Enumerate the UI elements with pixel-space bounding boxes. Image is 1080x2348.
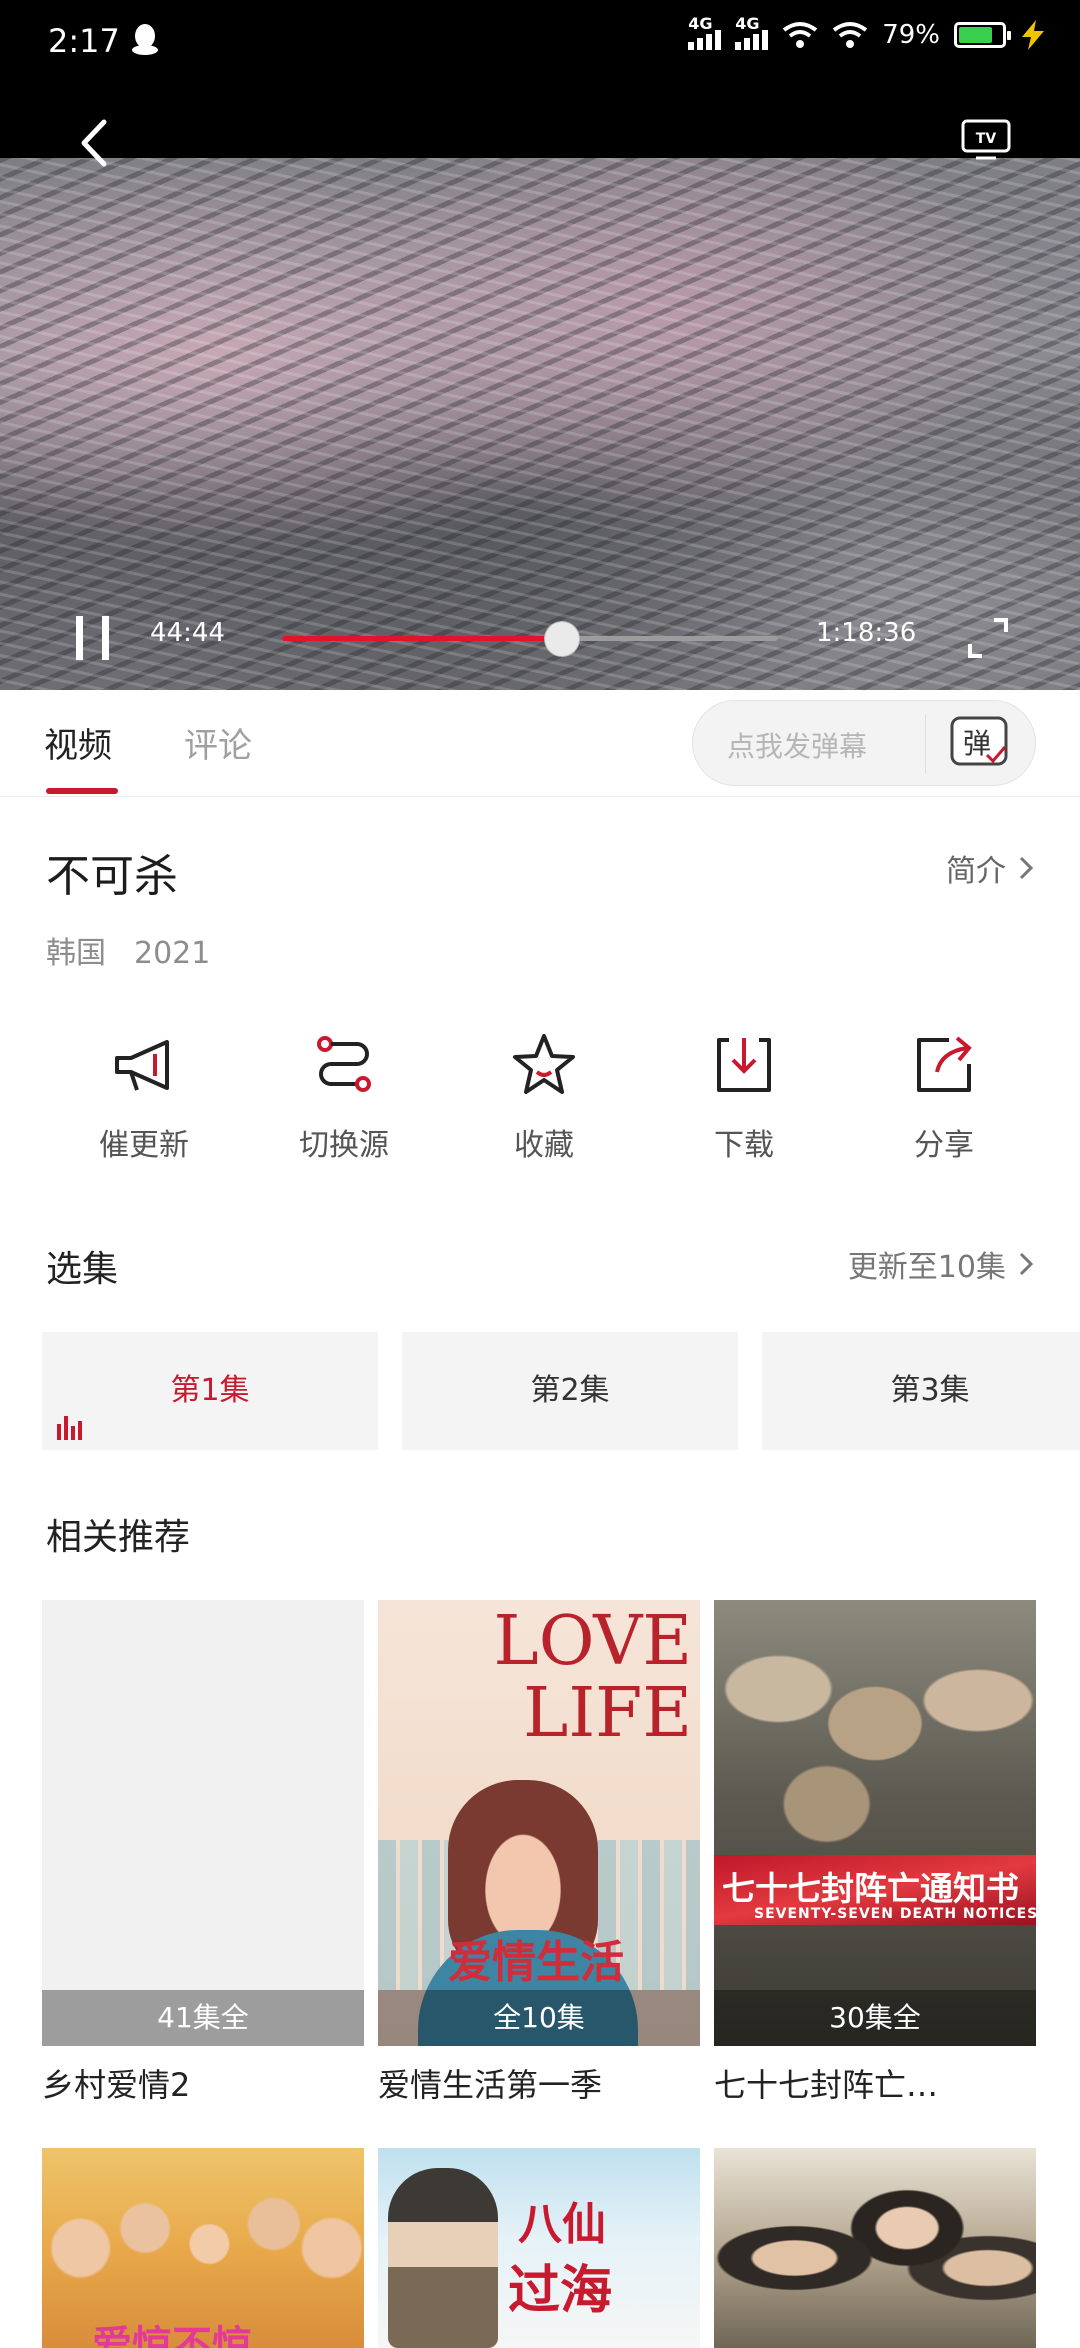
episode-item-2[interactable]: 第2集 [402,1332,738,1450]
divider [925,715,926,773]
poster-en-title: SEVENTY-SEVEN DEATH NOTICES [754,1906,1036,1922]
show-year: 2021 [134,936,211,971]
recommend-card[interactable]: 七十七封阵亡通知书 SEVENTY-SEVEN DEATH NOTICES 30… [714,1600,1036,2106]
chevron-right-icon [1019,856,1034,880]
poster-image: 八仙 过海 [378,2148,700,2348]
video-player[interactable]: TV 44:44 1:18:36 [0,90,1080,690]
action-label: 催更新 [99,1128,189,1163]
poster-image [714,2148,1036,2348]
star-icon [513,1034,575,1094]
download-icon [717,1038,771,1092]
status-time: 2:17 [48,22,120,60]
wifi-icon-2 [833,22,868,48]
player-controls: 44:44 1:18:36 [0,598,1080,678]
current-time: 44:44 [150,618,225,648]
tv-cast-icon[interactable]: TV [960,118,1012,162]
recommend-name: 七十七封阵亡… [714,2066,939,2104]
download-button[interactable]: 下载 [644,1030,844,1180]
poster-cn-title: 爱惊不惊 [92,2323,252,2348]
charging-icon [1022,20,1044,50]
action-label: 分享 [914,1128,974,1163]
wifi-icon [783,22,818,48]
back-icon[interactable] [74,118,114,168]
episode-item-1[interactable]: 第1集 [42,1332,378,1450]
poster-image: 41集全 [42,1600,364,2046]
tab-comments[interactable]: 评论 [184,718,252,767]
show-region: 韩国 [46,936,106,971]
poster-cn-title: 七十七封阵亡通知书 [722,1869,1019,1908]
qq-icon [132,24,158,55]
total-time: 1:18:36 [816,618,917,648]
poster-image: LOVE LIFE 爱情生活 全10集 [378,1600,700,2046]
switch-source-icon [317,1036,371,1092]
recommend-card[interactable]: 41集全 乡村爱情2 [42,1600,364,2106]
action-row: 催更新 切换源 收藏 下载 分享 [44,1030,1044,1180]
recommend-card[interactable] [714,2148,1036,2348]
danmu-placeholder: 点我发弹幕 [727,730,868,763]
share-button[interactable]: 分享 [844,1030,1044,1180]
episode-item-3[interactable]: 第3集 [762,1332,1080,1450]
action-label: 收藏 [514,1128,574,1163]
episode-label: 第3集 [890,1373,970,1408]
recommend-name: 爱情生活第一季 [378,2066,603,2104]
poster-cn-title: 八仙 [518,2199,606,2250]
battery-text: 79% [882,20,940,50]
episode-count-badge: 30集全 [714,1990,1036,2046]
fullscreen-icon[interactable] [966,616,1010,660]
episode-count-badge: 全10集 [378,1990,700,2046]
episodes-title: 选集 [46,1249,119,1290]
action-label: 下载 [714,1128,774,1163]
svg-text:弹: 弹 [963,727,991,760]
episode-label: 第1集 [170,1373,250,1408]
urge-update-button[interactable]: 催更新 [44,1030,244,1180]
chevron-right-icon [1019,1252,1034,1276]
recommend-card[interactable]: 八仙 过海 [378,2148,700,2348]
megaphone-icon [115,1040,169,1091]
tab-video[interactable]: 视频 [44,718,112,767]
detail-tabbar: 视频 评论 点我发弹幕 弹 [0,690,1080,797]
show-title: 不可杀 [46,851,178,902]
episodes-update-label: 更新至10集 [847,1250,1006,1285]
poster-image: 七十七封阵亡通知书 SEVENTY-SEVEN DEATH NOTICES 30… [714,1600,1036,2046]
danmu-toggle-icon[interactable]: 弹 [949,715,1009,769]
progress-knob[interactable] [545,622,580,656]
battery-icon [954,22,1011,48]
poster-cn-title: 过海 [508,2261,613,2321]
switch-source-button[interactable]: 切换源 [244,1030,444,1180]
signal-icon-2: 4G [735,14,769,50]
pause-icon[interactable] [76,616,112,660]
share-icon [917,1036,972,1092]
intro-label: 简介 [946,854,1006,889]
episode-list: 第1集 第2集 第3集 [42,1332,1080,1450]
favorite-button[interactable]: 收藏 [444,1030,644,1180]
playing-indicator-icon [57,1416,82,1440]
action-label: 切换源 [299,1128,389,1163]
episodes-more-link[interactable]: 更新至10集 [848,1242,1034,1286]
svg-text:TV: TV [976,131,997,147]
danmu-input[interactable]: 点我发弹幕 弹 [692,700,1036,786]
signal-icon: 4G [688,14,722,50]
episode-count-badge: 41集全 [42,1990,364,2046]
active-tab-indicator [46,788,118,794]
episode-label: 第2集 [530,1373,610,1408]
poster-cn-title: 爱情生活 [448,1937,624,1988]
progress-played [282,636,563,641]
progress-track[interactable] [282,636,778,641]
poster-image: 爱惊不惊 [42,2148,364,2348]
recommend-title: 相关推荐 [46,1517,191,1558]
status-bar: 2:17 4G 4G 79% [0,0,1080,90]
recommend-name: 乡村爱情2 [42,2066,191,2104]
poster-title: LOVE LIFE [493,1602,692,1753]
recommend-card[interactable]: LOVE LIFE 爱情生活 全10集 爱情生活第一季 [378,1600,700,2106]
show-meta: 韩国 2021 [46,928,210,972]
recommend-card[interactable]: 爱惊不惊 [42,2148,364,2348]
intro-link[interactable]: 简介 [946,846,1034,890]
